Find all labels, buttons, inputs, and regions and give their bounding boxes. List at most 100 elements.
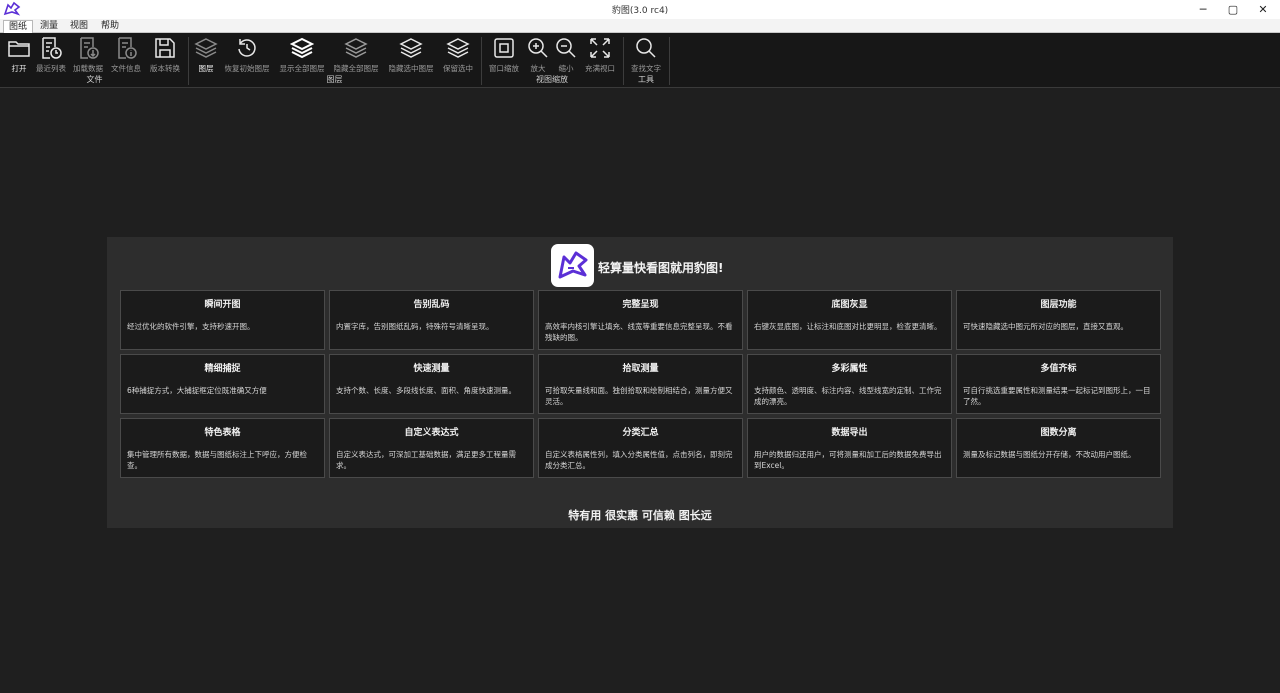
- hide-all-layers-button[interactable]: 隐藏全部图层: [331, 36, 381, 74]
- window-zoom-icon: [494, 38, 514, 58]
- feature-desc: 集中管理所有数据，数据与图纸标注上下呼应，方便检查。: [127, 450, 307, 470]
- feature-card: 完整呈现 高效率内核引擎让填充、线宽等重要信息完整呈现。不看残缺的图。: [538, 290, 743, 350]
- tab-view[interactable]: 视图: [65, 20, 93, 33]
- find-text-button[interactable]: 查找文字: [628, 36, 664, 74]
- zoom-out-button[interactable]: 缩小: [553, 36, 579, 74]
- close-button[interactable]: ✕: [1248, 0, 1278, 19]
- title-bar: 豹图(3.0 rc4) ─ ▢ ✕: [0, 0, 1280, 19]
- layers-icon: [194, 38, 218, 58]
- feature-title: 精细捕捉: [204, 364, 241, 374]
- feature-card: 快速测量支持个数、长度、多段线长度、面积、角度快速测量。: [329, 354, 534, 414]
- show-all-layers-label: 显示全部图层: [279, 64, 325, 73]
- feature-card: 多彩属性支持颜色、透明度、标注内容、线型线宽的定制、工作完成的漂亮。: [747, 354, 952, 414]
- group-tools-label: 工具: [638, 75, 654, 84]
- layers-hide-icon: [344, 38, 368, 58]
- recent-list-button[interactable]: 最近列表: [34, 36, 68, 74]
- find-text-label: 查找文字: [631, 64, 661, 73]
- promo-headline: 轻算量快看图就用豹图!: [598, 261, 724, 275]
- recent-list-icon: [42, 37, 62, 59]
- feature-desc: 内置字库，告别图纸乱码，特殊符号清晰呈现。: [336, 322, 494, 331]
- feature-desc: 自定义表达式，可深加工基础数据，满足更多工程量需求。: [336, 450, 516, 470]
- feature-desc: 经过优化的软件引擎，支持秒速开图。: [127, 322, 255, 331]
- feature-title: 快速测量: [413, 364, 450, 374]
- tab-drawing[interactable]: 图纸: [3, 20, 33, 33]
- zoom-in-button[interactable]: 放大: [525, 36, 551, 74]
- feature-title: 拾取测量: [622, 364, 659, 374]
- search-icon: [636, 38, 656, 58]
- feature-desc: 可拾取矢量线和面。独创拾取和绘制相结合，测量方便又灵活。: [545, 386, 733, 406]
- feature-desc: 支持颜色、透明度、标注内容、线型线宽的定制、工作完成的漂亮。: [754, 386, 942, 406]
- leopard-logo-icon: [558, 251, 588, 279]
- feature-title: 特色表格: [204, 428, 241, 438]
- layers-label: 图层: [198, 64, 214, 73]
- feature-title: 分类汇总: [622, 428, 659, 438]
- feature-card: 瞬间开图经过优化的软件引擎，支持秒速开图。: [120, 290, 325, 350]
- feature-card: 图层功能 可快速隐藏选中图元所对应的图层，直接又直观。: [956, 290, 1161, 350]
- show-all-layers-button[interactable]: 显示全部图层: [277, 36, 327, 74]
- feature-card: 分类汇总自定义表格属性列，填入分类属性值，点击列名，即刻完成分类汇总。: [538, 418, 743, 478]
- file-info-button[interactable]: 文件信息: [109, 36, 143, 74]
- keep-selected-label: 保留选中: [443, 64, 473, 73]
- load-data-button[interactable]: 加载数据: [71, 36, 105, 74]
- feature-card: 底图灰显 右键灰显底图，让标注和底图对比更明显，检查更清晰。: [747, 290, 952, 350]
- feature-card: 自定义表达式 自定义表达式，可深加工基础数据，满足更多工程量需求。: [329, 418, 534, 478]
- window-zoom-label: 窗口缩放: [489, 64, 519, 73]
- brand-logo: [551, 244, 594, 287]
- fit-view-button[interactable]: 充满视口: [582, 36, 618, 74]
- hide-selected-layers-button[interactable]: 隐藏选中图层: [386, 36, 436, 74]
- keep-selected-button[interactable]: 保留选中: [440, 36, 476, 74]
- group-zoom-label: 视图缩放: [536, 75, 568, 84]
- maximize-button[interactable]: ▢: [1218, 0, 1248, 19]
- file-info-icon: [118, 37, 137, 59]
- zoom-out-icon: [556, 38, 576, 58]
- group-separator: [623, 37, 624, 85]
- feature-card: 拾取测量可拾取矢量线和面。独创拾取和绘制相结合，测量方便又灵活。: [538, 354, 743, 414]
- open-label: 打开: [11, 64, 27, 73]
- feature-title: 瞬间开图: [204, 300, 241, 310]
- layers-keep-icon: [446, 38, 470, 58]
- feature-desc: 支持个数、长度、多段线长度、面积、角度快速测量。: [336, 386, 516, 395]
- feature-title: 底图灰显: [831, 300, 868, 310]
- feature-card: 多值齐标 可自行挑选重要属性和测量结果一起标记到图形上，一目了然。: [956, 354, 1161, 414]
- window-title: 豹图(3.0 rc4): [611, 6, 669, 16]
- group-layers-label: 图层: [326, 75, 343, 84]
- layers-hide-selected-icon: [399, 38, 423, 58]
- zoom-out-label: 缩小: [558, 64, 574, 73]
- feature-desc: 用户的数据归还用户，可将测量和加工后的数据免费导出到Excel。: [754, 450, 942, 470]
- open-button[interactable]: 打开: [6, 36, 32, 74]
- folder-icon: [8, 41, 30, 57]
- feature-card: 特色表格集中管理所有数据，数据与图纸标注上下呼应，方便检查。: [120, 418, 325, 478]
- zoom-in-icon: [528, 38, 548, 58]
- fit-view-icon: [590, 38, 610, 58]
- feature-card: 数据导出 用户的数据归还用户，可将测量和加工后的数据免费导出到Excel。: [747, 418, 952, 478]
- recent-list-label: 最近列表: [36, 64, 66, 73]
- feature-card: 精细捕捉 6种捕捉方式，大捕捉框定位既准确又方便: [120, 354, 325, 414]
- hide-all-layers-label: 隐藏全部图层: [333, 64, 379, 73]
- file-info-label: 文件信息: [111, 64, 141, 73]
- window-zoom-button[interactable]: 窗口缩放: [486, 36, 522, 74]
- restore-icon: [238, 39, 256, 57]
- version-convert-label: 版本转换: [150, 64, 180, 73]
- promo-slogan: 特有用 很实惠 可信赖 图长远: [568, 509, 712, 522]
- tab-measure[interactable]: 测量: [35, 20, 63, 33]
- feature-desc: 测量及标记数据与图纸分开存储，不改动用户图纸。: [963, 450, 1136, 459]
- load-data-icon: [80, 37, 99, 59]
- feature-title: 告别乱码: [413, 300, 450, 310]
- restore-layers-label: 恢复初始图层: [224, 64, 270, 73]
- layers-button[interactable]: 图层: [193, 36, 219, 74]
- feature-title: 图层功能: [1040, 300, 1077, 310]
- feature-desc: 自定义表格属性列，填入分类属性值，点击列名，即刻完成分类汇总。: [545, 450, 733, 470]
- tab-help[interactable]: 帮助: [96, 20, 124, 33]
- ribbon-toolbar: 打开 最近列表 加载数据 文件信息 版本转换 文件 图层 恢复初始图层 显示全部…: [0, 33, 1280, 88]
- feature-title: 多值齐标: [1040, 364, 1077, 374]
- feature-title: 多彩属性: [831, 364, 868, 374]
- minimize-button[interactable]: ─: [1188, 0, 1218, 19]
- version-convert-button[interactable]: 版本转换: [147, 36, 183, 74]
- group-separator: [481, 37, 482, 85]
- feature-card: 图数分离 测量及标记数据与图纸分开存储，不改动用户图纸。: [956, 418, 1161, 478]
- restore-layers-button[interactable]: 恢复初始图层: [222, 36, 272, 74]
- menu-bar: 图纸 测量 视图 帮助: [0, 19, 1280, 33]
- feature-desc: 6种捕捉方式，大捕捉框定位既准确又方便: [127, 386, 267, 395]
- layers-show-icon: [290, 37, 314, 59]
- group-separator: [188, 37, 189, 85]
